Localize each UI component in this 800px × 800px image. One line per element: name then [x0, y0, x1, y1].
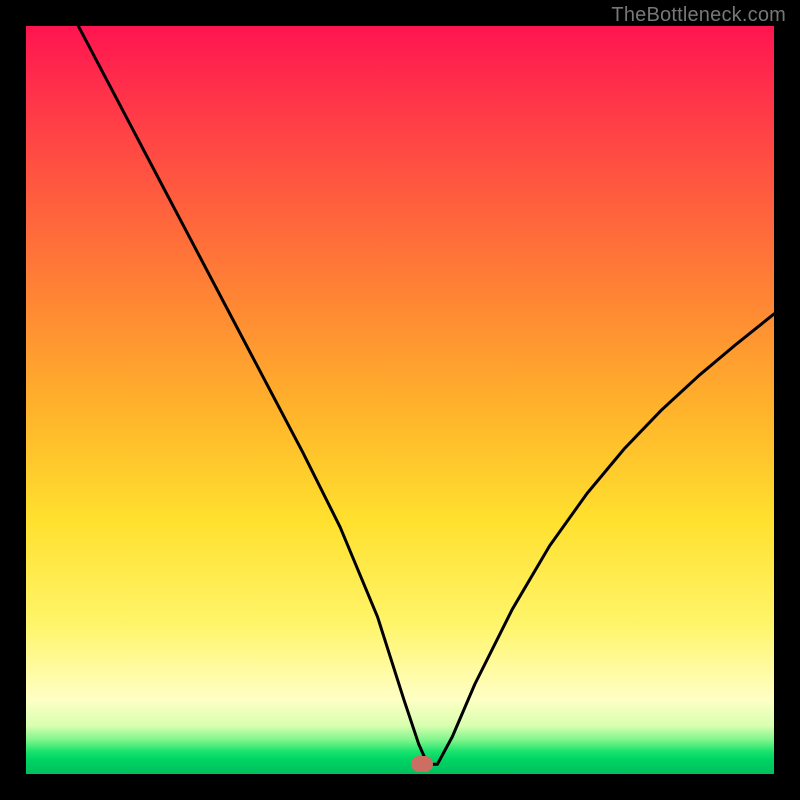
bottleneck-curve [78, 26, 774, 764]
curve-svg [26, 26, 774, 774]
optimal-point-marker [411, 756, 433, 772]
chart-frame: TheBottleneck.com [0, 0, 800, 800]
plot-area [26, 26, 774, 774]
watermark-text: TheBottleneck.com [611, 4, 786, 27]
